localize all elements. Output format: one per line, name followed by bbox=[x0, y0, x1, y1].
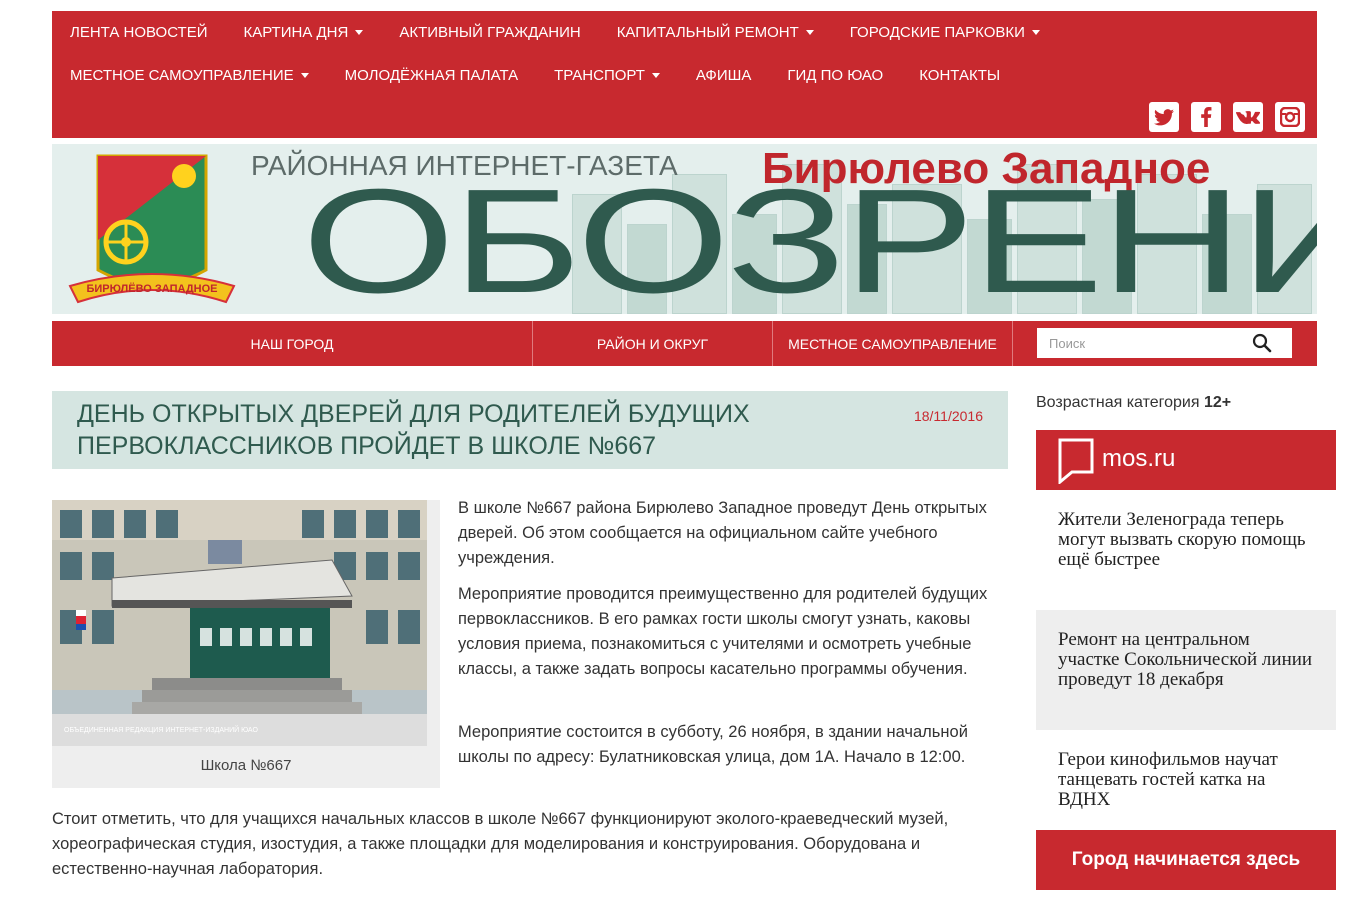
city-starts-here-button[interactable]: Город начинается здесь bbox=[1036, 830, 1336, 890]
nav-item-label: КОНТАКТЫ bbox=[919, 66, 1001, 84]
nav-item-events[interactable]: АФИША bbox=[678, 67, 769, 84]
sidebar-news-item[interactable]: Жители Зеленограда теперь могут вызвать … bbox=[1036, 500, 1336, 610]
age-rating-label: Возрастная категория bbox=[1036, 394, 1200, 411]
masthead-banner[interactable]: БИРЮЛЁВО ЗАПАДНОЕ РАЙОННАЯ ИНТЕРНЕТ-ГАЗЕ… bbox=[52, 144, 1317, 314]
age-rating: Возрастная категория 12+ bbox=[1036, 394, 1231, 412]
news-headline: Жители Зеленограда теперь могут вызвать … bbox=[1058, 509, 1306, 570]
search-input[interactable] bbox=[1037, 329, 1252, 357]
mos-ru-widget-header[interactable]: mos.ru bbox=[1036, 430, 1336, 490]
article-paragraph: Мероприятие состоится в субботу, 26 нояб… bbox=[458, 723, 968, 766]
nav-item-label: ТРАНСПОРТ bbox=[554, 66, 645, 84]
twitter-icon[interactable] bbox=[1149, 102, 1179, 132]
nav-item-city-parking[interactable]: ГОРОДСКИЕ ПАРКОВКИ bbox=[832, 24, 1058, 41]
nav-item-guide[interactable]: ГИД ПО ЮАО bbox=[769, 67, 901, 84]
top-nav-row-1: ЛЕНТА НОВОСТЕЙ КАРТИНА ДНЯ АКТИВНЫЙ ГРАЖ… bbox=[52, 11, 1058, 53]
svg-text:ОБЪЕДИНЕННАЯ РЕДАКЦИЯ ИНТЕРНЕТ: ОБЪЕДИНЕННАЯ РЕДАКЦИЯ ИНТЕРНЕТ-ИЗДАНИЙ Ю… bbox=[64, 725, 258, 734]
nav-item-label: АКТИВНЫЙ ГРАЖДАНИН bbox=[399, 23, 581, 41]
nav-item-news-feed[interactable]: ЛЕНТА НОВОСТЕЙ bbox=[52, 24, 225, 41]
nav-item-label: ГИД ПО ЮАО bbox=[787, 66, 884, 84]
article-header: ДЕНЬ ОТКРЫТЫХ ДВЕРЕЙ ДЛЯ РОДИТЕЛЕЙ БУДУЩ… bbox=[52, 391, 1008, 469]
section-nav-label: НАШ ГОРОД bbox=[250, 335, 334, 352]
top-navigation: ЛЕНТА НОВОСТЕЙ КАРТИНА ДНЯ АКТИВНЫЙ ГРАЖ… bbox=[52, 11, 1317, 138]
cta-label: Город начинается здесь bbox=[1071, 849, 1301, 870]
nav-item-label: МЕСТНОЕ САМОУПРАВЛЕНИЕ bbox=[70, 66, 294, 84]
caret-down-icon bbox=[355, 30, 364, 36]
nav-item-contacts[interactable]: КОНТАКТЫ bbox=[901, 67, 1018, 84]
sidebar-news-item[interactable]: Ремонт на центральном участке Сокольниче… bbox=[1036, 610, 1336, 730]
nav-item-capital-repair[interactable]: КАПИТАЛЬНЫЙ РЕМОНТ bbox=[599, 24, 832, 41]
figure-caption: Школа №667 bbox=[200, 757, 292, 774]
article-paragraph: Стоит отметить, что для учащихся начальн… bbox=[52, 810, 949, 878]
nav-item-label: КАПИТАЛЬНЫЙ РЕМОНТ bbox=[616, 23, 799, 41]
section-nav-our-city[interactable]: НАШ ГОРОД bbox=[52, 321, 533, 366]
age-rating-value: 12+ bbox=[1203, 394, 1232, 411]
nav-item-youth-chamber[interactable]: МОЛОДЁЖНАЯ ПАЛАТА bbox=[327, 67, 537, 84]
article-title: ДЕНЬ ОТКРЫТЫХ ДВЕРЕЙ ДЛЯ РОДИТЕЛЕЙ БУДУЩ… bbox=[77, 400, 750, 460]
social-links bbox=[1149, 102, 1305, 132]
sidebar-news-item[interactable]: Герои кинофильмов научат танцевать госте… bbox=[1036, 730, 1336, 820]
section-nav-label: МЕСТНОЕ САМОУПРАВЛЕНИЕ bbox=[788, 335, 997, 352]
nav-item-picture-of-day[interactable]: КАРТИНА ДНЯ bbox=[225, 24, 381, 41]
district-crest-logo: БИРЮЛЁВО ЗАПАДНОЕ bbox=[68, 154, 236, 304]
mos-ru-label: mos.ru bbox=[1102, 445, 1176, 472]
caret-down-icon bbox=[805, 30, 814, 36]
nav-item-label: МОЛОДЁЖНАЯ ПАЛАТА bbox=[344, 66, 519, 84]
article-paragraph: В школе №667 района Бирюлево Западное пр… bbox=[458, 499, 987, 567]
nav-item-active-citizen[interactable]: АКТИВНЫЙ ГРАЖДАНИН bbox=[381, 24, 598, 41]
caret-down-icon bbox=[1031, 30, 1040, 36]
top-nav-row-2: МЕСТНОЕ САМОУПРАВЛЕНИЕ МОЛОДЁЖНАЯ ПАЛАТА… bbox=[52, 54, 1018, 96]
section-nav-label: РАЙОН И ОКРУГ bbox=[596, 335, 709, 352]
article-paragraph: Мероприятие проводится преимущественно д… bbox=[458, 585, 988, 678]
section-nav-local-government[interactable]: МЕСТНОЕ САМОУПРАВЛЕНИЕ bbox=[773, 321, 1013, 366]
nav-item-label: КАРТИНА ДНЯ bbox=[243, 23, 349, 41]
caret-down-icon bbox=[651, 73, 660, 79]
article-date: 18/11/2016 bbox=[913, 408, 983, 424]
banner-masthead-title: ОБОЗРЕНИЕ bbox=[302, 159, 1317, 315]
nav-item-local-government[interactable]: МЕСТНОЕ САМОУПРАВЛЕНИЕ bbox=[52, 67, 327, 84]
mos-ru-logo-icon bbox=[1058, 438, 1094, 484]
facebook-icon[interactable] bbox=[1191, 102, 1221, 132]
vk-icon[interactable] bbox=[1233, 102, 1263, 132]
nav-item-label: ГОРОДСКИЕ ПАРКОВКИ bbox=[849, 23, 1025, 41]
nav-item-transport[interactable]: ТРАНСПОРТ bbox=[536, 67, 678, 84]
search-icon[interactable] bbox=[1252, 333, 1272, 353]
news-headline: Ремонт на центральном участке Сокольниче… bbox=[1058, 629, 1313, 690]
search-box bbox=[1037, 328, 1292, 358]
svg-text:БИРЮЛЁВО ЗАПАДНОЕ: БИРЮЛЁВО ЗАПАДНОЕ bbox=[86, 282, 217, 295]
section-nav-district[interactable]: РАЙОН И ОКРУГ bbox=[533, 321, 773, 366]
nav-item-label: АФИША bbox=[695, 66, 752, 84]
caret-down-icon bbox=[300, 73, 309, 79]
school-photo[interactable]: ОБЪЕДИНЕННАЯ РЕДАКЦИЯ ИНТЕРНЕТ-ИЗДАНИЙ Ю… bbox=[52, 500, 427, 746]
nav-item-label: ЛЕНТА НОВОСТЕЙ bbox=[70, 23, 208, 41]
article-figure: ОБЪЕДИНЕННАЯ РЕДАКЦИЯ ИНТЕРНЕТ-ИЗДАНИЙ Ю… bbox=[52, 500, 440, 788]
instagram-icon[interactable] bbox=[1275, 102, 1305, 132]
news-headline: Герои кинофильмов научат танцевать госте… bbox=[1058, 749, 1278, 810]
section-navigation: НАШ ГОРОД РАЙОН И ОКРУГ МЕСТНОЕ САМОУПРА… bbox=[52, 321, 1317, 366]
